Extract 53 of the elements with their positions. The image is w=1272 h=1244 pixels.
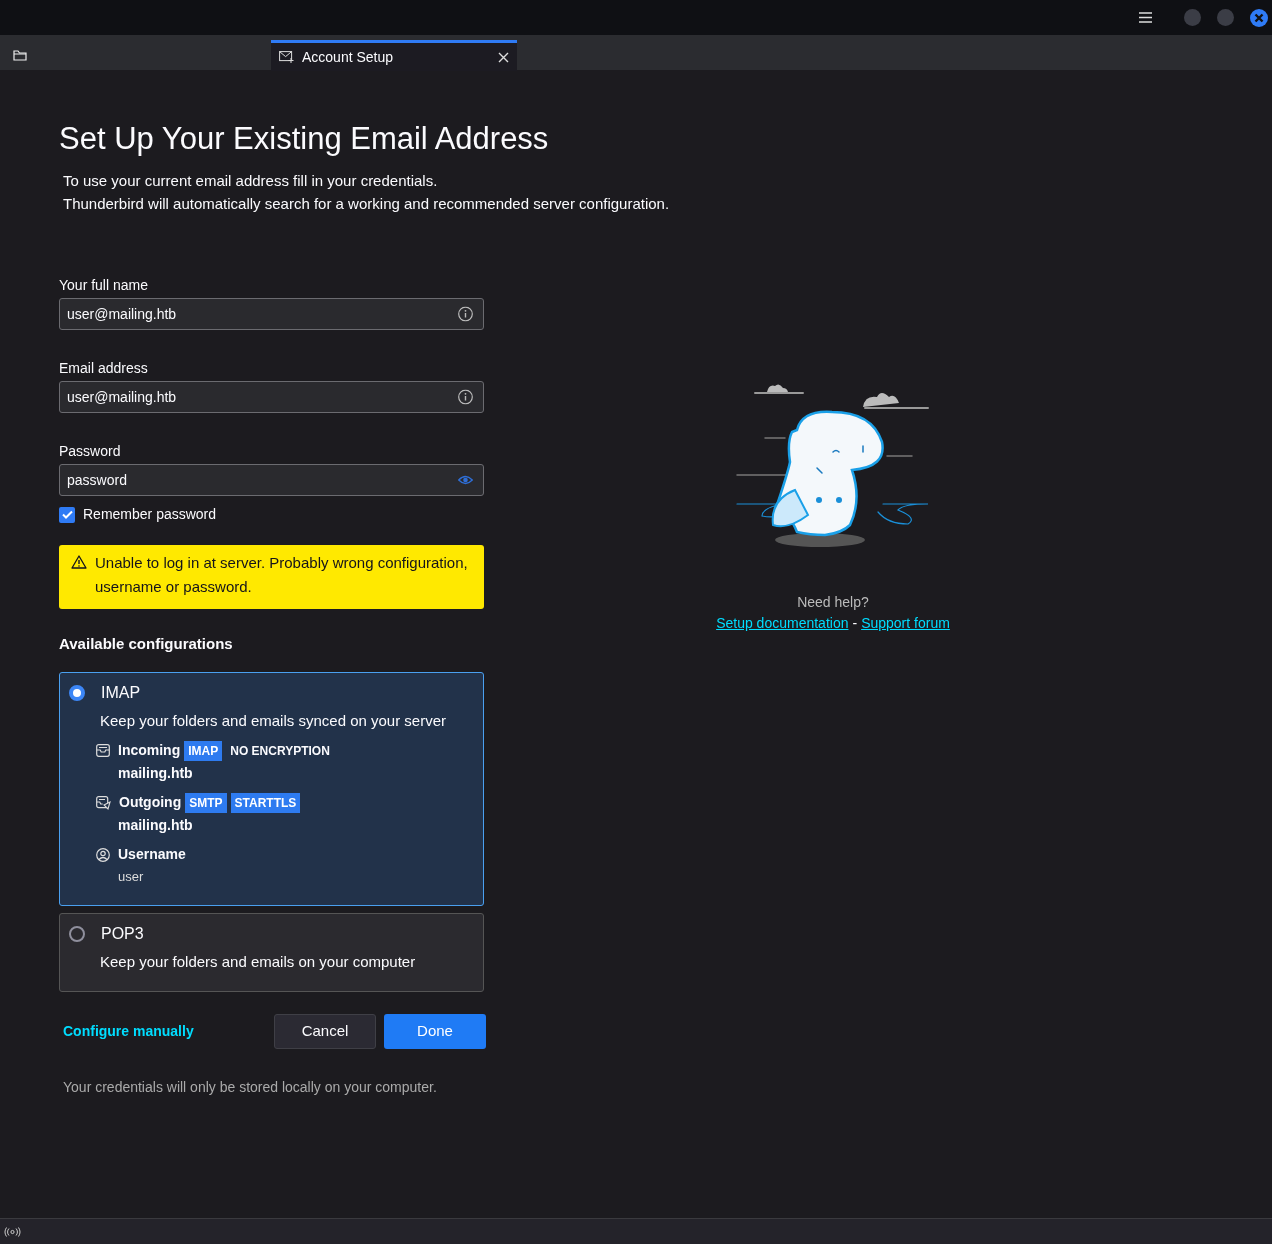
input-field[interactable]: user@mailing.htb [59, 381, 484, 414]
signal-icon[interactable] [4, 1226, 21, 1237]
detail-label: Outgoing [119, 793, 182, 813]
inbox-icon [96, 744, 110, 758]
cancel-button[interactable]: Cancel [274, 1014, 376, 1050]
configuration-option[interactable]: IMAP Keep your folders and emails synced on your server Incoming IMAP NO ENCRYPTION mailing.htb Outgoing SMTP STARTTLS mailing.htb Username user [59, 671, 484, 906]
option-description: Keep your folders and emails on your computer [100, 951, 417, 972]
field-label: Password [59, 442, 122, 462]
configuration-option[interactable]: POP3 Keep your folders and emails on your computer [59, 912, 484, 993]
detail-label: Username [118, 845, 186, 865]
done-button[interactable]: Done [384, 1014, 486, 1050]
page-title: Set Up Your Existing Email Address [59, 120, 550, 158]
info-icon[interactable] [458, 306, 473, 322]
outbox-icon [96, 795, 111, 810]
tab[interactable]: Account Setup [271, 40, 517, 71]
help-link[interactable]: Setup documentation [716, 613, 849, 634]
option-description: Keep your folders and emails synced on your server [100, 710, 447, 731]
envelope-icon [279, 51, 294, 63]
radio-button[interactable] [69, 925, 85, 942]
footer-note: Your credentials will only be stored locally on your computer. [63, 1078, 438, 1098]
eye-icon[interactable] [458, 475, 473, 486]
menu-icon[interactable] [1139, 12, 1152, 23]
detail-value: user [117, 868, 145, 887]
detail-value: mailing.htb [117, 816, 194, 836]
detail-label: Incoming [118, 741, 181, 761]
close-icon[interactable] [498, 51, 509, 63]
field-label: Your full name [59, 276, 149, 296]
folder-icon[interactable] [13, 50, 27, 61]
configure-manually-link[interactable]: Configure manually [59, 1021, 274, 1043]
radio-button[interactable] [69, 684, 85, 701]
warning-text: Unable to log in at server. Probably wrong configuration, username or password. [95, 553, 469, 598]
section-heading: Available configurations [59, 634, 234, 655]
warning-icon [71, 555, 87, 570]
protocol-tag: SMTP [185, 792, 227, 813]
info-icon[interactable] [458, 389, 473, 405]
protocol-tag: STARTTLS [230, 792, 301, 813]
intro-text: Thunderbird will automatically search for a working and recommended server configuration. [63, 194, 671, 215]
checkbox[interactable] [59, 506, 75, 523]
user-icon [96, 847, 110, 862]
help-link[interactable]: Support forum [861, 613, 950, 634]
intro-text: To use your current email address fill in your credentials. [63, 171, 439, 192]
option-title: POP3 [101, 923, 144, 944]
field-label: Email address [59, 359, 149, 379]
protocol-tag: IMAP [184, 740, 223, 761]
detail-value: mailing.htb [117, 764, 194, 784]
encryption-note: NO ENCRYPTION [230, 742, 330, 760]
checkbox-label: Remember password [83, 505, 217, 525]
tab-label: Account Setup [302, 47, 395, 67]
option-title: IMAP [101, 682, 141, 703]
input-field[interactable]: password [59, 464, 484, 497]
help-title: Need help? [797, 593, 869, 612]
link-separator: - [852, 614, 858, 633]
input-field[interactable]: user@mailing.htb [59, 298, 484, 331]
